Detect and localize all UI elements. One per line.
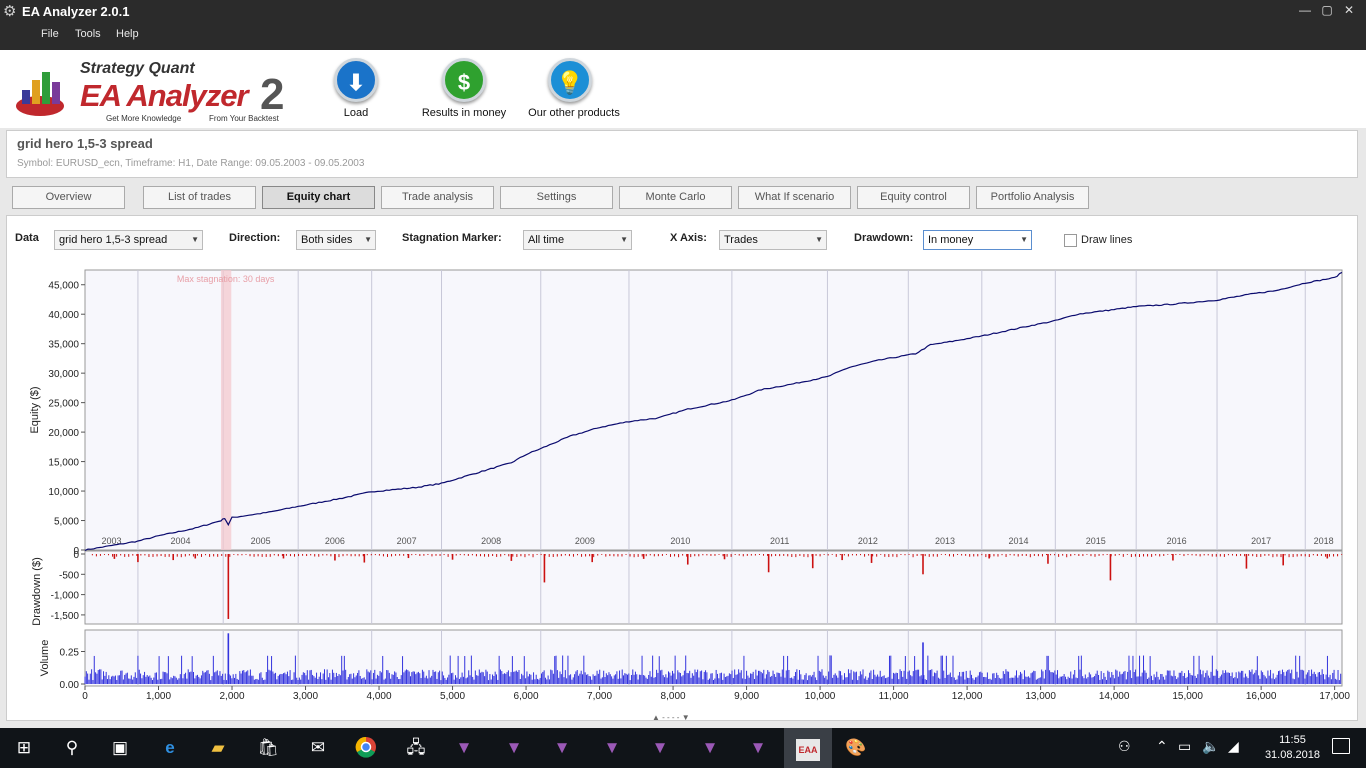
chrome-logo [355,736,376,758]
tab-list-of-trades[interactable]: List of trades [143,186,256,209]
mt4-icon[interactable]: ▼ [648,736,672,760]
store-icon[interactable]: 🛍 [256,736,280,760]
window-title: EA Analyzer 2.0.1 [22,4,130,19]
logo-tagline-left: Get More Knowledge [106,114,182,123]
logo: Strategy Quant EA Analyzer 2 Get More Kn… [14,58,304,123]
app-icon[interactable]: 🖧 [404,736,428,760]
window-controls: — ▢ ✕ [1294,3,1360,17]
toolbar: Strategy Quant EA Analyzer 2 Get More Kn… [0,50,1366,128]
draw-lines-label: Draw lines [1081,234,1133,246]
xaxis-label: X Axis: [670,232,707,244]
file-explorer-icon[interactable]: ▰ [206,736,230,760]
network-icon[interactable]: ◢ [1228,738,1239,755]
xaxis-select[interactable]: Trades ▼ [719,230,827,250]
tab-overview[interactable]: Overview [12,186,125,209]
menu-file[interactable]: File [41,28,59,40]
tab-settings[interactable]: Settings [500,186,613,209]
taskbar: ⊞ ⚲ ▣ e ▰ 🛍 ✉ 🖧 ▼ ▼ ▼ ▼ ▼ ▼ ▼ EAA 🎨 ⚇ ⌃ … [0,728,1366,768]
data-select[interactable]: grid hero 1,5-3 spread ▼ [54,230,203,250]
stagnation-select-value: All time [528,234,565,246]
chevron-down-icon: ▼ [1020,235,1028,244]
clock[interactable]: 11:55 31.08.2018 [1265,733,1320,763]
xaxis-select-value: Trades [724,234,758,246]
drawdown-label: Drawdown: [854,232,914,244]
logo-brand: Strategy Quant [80,60,195,77]
maximize-icon[interactable]: ▢ [1316,3,1338,17]
lightbulb-icon: 💡 [548,58,592,102]
tab-trade-analysis[interactable]: Trade analysis [381,186,494,209]
mt4-icon[interactable]: ▼ [600,736,624,760]
ea-analyzer-badge: EAA [796,739,820,761]
logo-product: EA Analyzer [80,78,249,113]
chevron-up-icon[interactable]: ⌃ [1156,738,1168,755]
strategy-details: Symbol: EURUSD_ecn, Timeframe: H1, Date … [17,158,365,169]
notifications-icon[interactable] [1332,738,1350,754]
dollar-icon: $ [442,58,486,102]
mt4-icon[interactable]: ▼ [502,736,526,760]
strategy-info: grid hero 1,5-3 spread Symbol: EURUSD_ec… [6,130,1358,178]
mt4-icon[interactable]: ▼ [550,736,574,760]
chevron-down-icon: ▼ [191,235,199,244]
title-bar: ⚙ EA Analyzer 2.0.1 — ▢ ✕ [0,0,1366,24]
task-view-icon[interactable]: ▣ [108,736,132,760]
mt4-icon[interactable]: ▼ [698,736,722,760]
search-icon[interactable]: ⚲ [60,736,84,760]
chevron-down-icon: ▼ [815,235,823,244]
menu-tools[interactable]: Tools [75,28,101,40]
download-arrow-icon: ⬇ [334,58,378,102]
battery-icon[interactable]: ▭ [1178,738,1191,755]
menu-help[interactable]: Help [116,28,139,40]
direction-label: Direction: [229,232,281,244]
clock-time: 11:55 [1279,734,1306,746]
clock-date: 31.08.2018 [1264,749,1320,761]
chrome-icon[interactable] [354,736,378,760]
volume-icon[interactable]: 🔈 [1202,738,1219,755]
draw-lines-checkbox[interactable] [1064,234,1077,247]
equity-chart-panel: Data grid hero 1,5-3 spread ▼ Direction: … [6,215,1358,721]
chevron-down-icon: ▼ [620,235,628,244]
stagnation-select[interactable]: All time ▼ [523,230,632,250]
logo-chart-icon [16,72,64,116]
logo-version: 2 [260,70,285,119]
tab-what-if-scenario[interactable]: What If scenario [738,186,851,209]
stagnation-label: Stagnation Marker: [402,232,502,244]
gear-icon[interactable]: ⚙ [3,2,16,20]
mt4-icon[interactable]: ▼ [452,736,476,760]
tab-equity-chart[interactable]: Equity chart [262,186,375,209]
minimize-icon[interactable]: — [1294,3,1316,17]
splitter-handle[interactable]: ▲ - - - - ▼ [652,713,690,722]
drawdown-select[interactable]: In money ▼ [923,230,1032,250]
close-icon[interactable]: ✕ [1338,3,1360,17]
drawdown-select-value: In money [928,234,974,246]
people-icon[interactable]: ⚇ [1118,738,1131,755]
tab-portfolio-analysis[interactable]: Portfolio Analysis [976,186,1089,209]
mt4-icon[interactable]: ▼ [746,736,770,760]
load-label: Load [343,107,369,119]
chevron-down-icon: ▼ [364,235,372,244]
other-products-label: Our other products [528,107,620,119]
ea-analyzer-icon[interactable]: EAA [784,728,832,768]
tab-monte-carlo[interactable]: Monte Carlo [619,186,732,209]
strategy-name: grid hero 1,5-3 spread [17,136,153,151]
tab-equity-control[interactable]: Equity control [857,186,970,209]
results-in-money-label: Results in money [421,107,507,119]
menu-bar: File Tools Help [0,24,1366,50]
logo-tagline-right: From Your Backtest [209,114,279,123]
direction-select[interactable]: Both sides ▼ [296,230,376,250]
mail-icon[interactable]: ✉ [306,736,330,760]
direction-select-value: Both sides [301,234,353,246]
edge-icon[interactable]: e [158,736,182,760]
app-window: ⚙ EA Analyzer 2.0.1 — ▢ ✕ File Tools Help … [0,0,1366,768]
data-select-value: grid hero 1,5-3 spread [59,234,168,246]
windows-start-icon[interactable]: ⊞ [12,736,36,760]
data-label: Data [15,232,39,244]
paint-icon[interactable]: 🎨 [844,736,868,760]
